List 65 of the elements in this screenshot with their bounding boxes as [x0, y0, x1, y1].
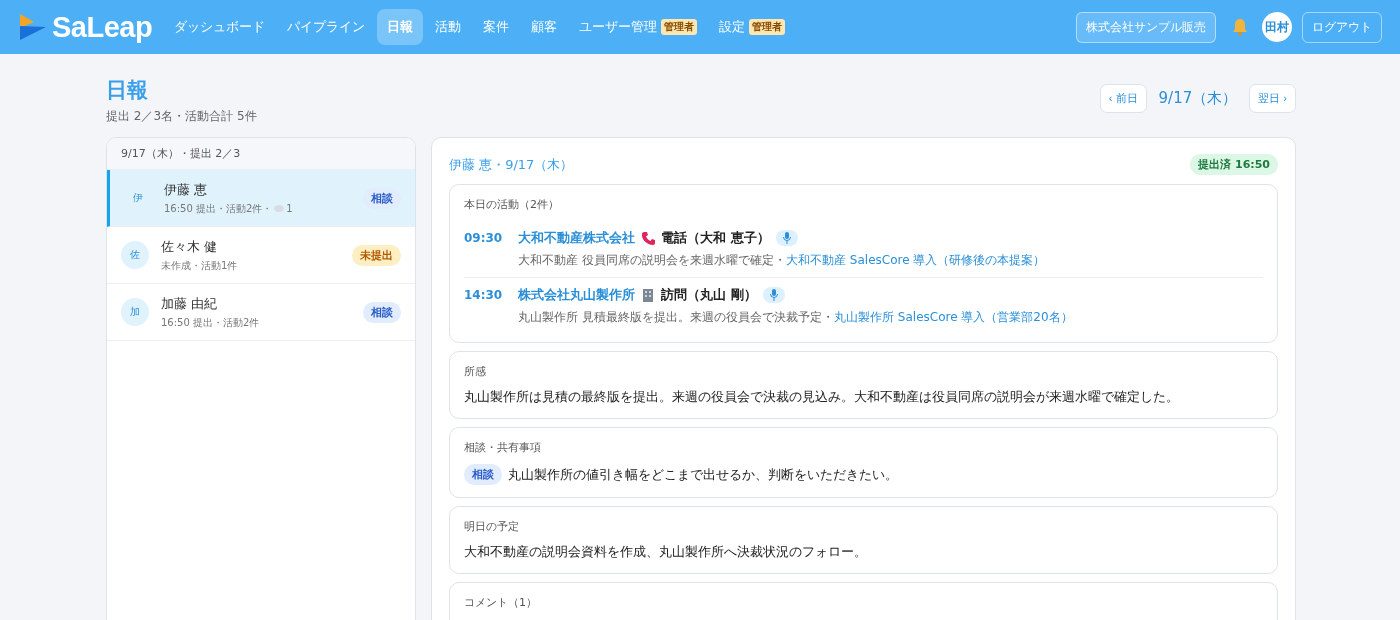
microphone-icon: [769, 289, 778, 301]
recording-button[interactable]: [762, 287, 785, 303]
consult-tag: 相談: [464, 464, 502, 485]
member-meta: 16:50 提出・活動2件・: [164, 201, 273, 216]
prev-day-button[interactable]: ‹ 前日: [1099, 84, 1147, 113]
user-avatar[interactable]: 田村: [1262, 12, 1292, 42]
nav-tab[interactable]: 案件: [473, 9, 520, 45]
member-meta: 16:50 提出・活動2件: [161, 315, 260, 330]
page-summary: 提出 2／3名・活動合計 5件: [106, 108, 257, 125]
admin-badge: 管理者: [661, 19, 698, 35]
current-date: 9/17（木）: [1158, 89, 1238, 108]
nav-tab[interactable]: ダッシュボード: [164, 9, 276, 45]
activity-note: 大和不動産 役員同席の説明会を来週水曜で確定・: [518, 253, 787, 267]
nav-tab[interactable]: 設定 管理者: [709, 9, 796, 45]
comment-bubble-icon: [274, 204, 285, 213]
member-list-item[interactable]: 伊 伊藤 恵 16:50 提出・活動2件・ 1 相談: [107, 170, 415, 227]
member-avatar: 加: [121, 298, 149, 326]
nav-tab[interactable]: パイプライン: [277, 9, 376, 45]
nav-tab[interactable]: ユーザー管理 管理者: [569, 9, 708, 45]
phone-icon: [641, 231, 656, 245]
activity-time: 09:30: [464, 230, 503, 247]
report-title: 伊藤 恵・9/17（木）: [449, 155, 574, 174]
status-tag: 相談: [363, 187, 401, 209]
member-name: 佐々木 健: [161, 237, 219, 256]
nav-tab[interactable]: 顧客: [521, 9, 568, 45]
section-text: 丸山製作所の値引き幅をどこまで出せるか、判断をいただきたい。: [508, 465, 898, 484]
list-header: 9/17（木）・提出 2／3: [107, 138, 415, 170]
recording-button[interactable]: [775, 230, 798, 246]
status-tag: 提出済 16:50: [1190, 154, 1278, 175]
status-tag: 相談: [363, 301, 401, 323]
microphone-icon: [782, 232, 791, 244]
deal-link[interactable]: 丸山製作所 SalesCore 導入（営業部20名）: [834, 310, 1073, 324]
member-name: 伊藤 恵: [164, 180, 209, 199]
member-avatar: 佐: [121, 241, 149, 269]
member-meta: 未作成・活動1件: [161, 258, 238, 273]
activity-label: 電話（大和 恵子）: [661, 229, 770, 247]
member-list-item[interactable]: 加 加藤 由紀 16:50 提出・活動2件 相談: [107, 284, 415, 341]
logo-text: SaLeap: [52, 10, 153, 44]
company-button[interactable]: 株式会社サンプル販売: [1076, 11, 1216, 43]
card-title: コメント（1）: [464, 595, 538, 610]
admin-badge: 管理者: [749, 19, 786, 35]
card-title: 相談・共有事項: [464, 440, 542, 455]
play-logo-icon: [18, 12, 48, 42]
page-title: 日報: [106, 77, 149, 104]
section-text: 丸山製作所は見積の最終版を提出。来週の役員会で決裁の見込み。大和不動産は役員同席の説明会が来週水曜で確定した。: [464, 388, 1180, 406]
activity-label: 訪問（丸山 剛）: [661, 286, 757, 304]
company-link[interactable]: 大和不動産株式会社: [518, 229, 636, 247]
card-title: 明日の予定: [464, 519, 520, 534]
card-title: 所感: [464, 364, 487, 379]
member-list-item[interactable]: 佐 佐々木 健 未作成・活動1件 未提出: [107, 227, 415, 284]
member-avatar: 伊: [132, 191, 144, 205]
nav-tab[interactable]: 活動: [425, 9, 472, 45]
comment-count: 1: [286, 203, 293, 214]
nav-tab[interactable]: 日報: [377, 9, 424, 45]
deal-link[interactable]: 大和不動産 SalesCore 導入（研修後の本提案）: [786, 253, 1046, 267]
activity-note: 丸山製作所 見積最終版を提出。来週の役員会で決裁予定・: [518, 310, 835, 324]
status-tag: 未提出: [352, 244, 401, 266]
section-text: 大和不動産の説明会資料を作成、丸山製作所へ決裁状況のフォロー。: [464, 543, 868, 561]
card-title: 本日の活動（2件）: [464, 197, 560, 212]
activity-time: 14:30: [464, 287, 503, 304]
logout-button[interactable]: ログアウト: [1302, 11, 1382, 43]
building-icon: [641, 288, 656, 302]
next-day-button[interactable]: 翌日 ›: [1249, 84, 1296, 113]
member-name: 加藤 由紀: [161, 294, 219, 313]
company-link[interactable]: 株式会社丸山製作所: [518, 286, 636, 304]
